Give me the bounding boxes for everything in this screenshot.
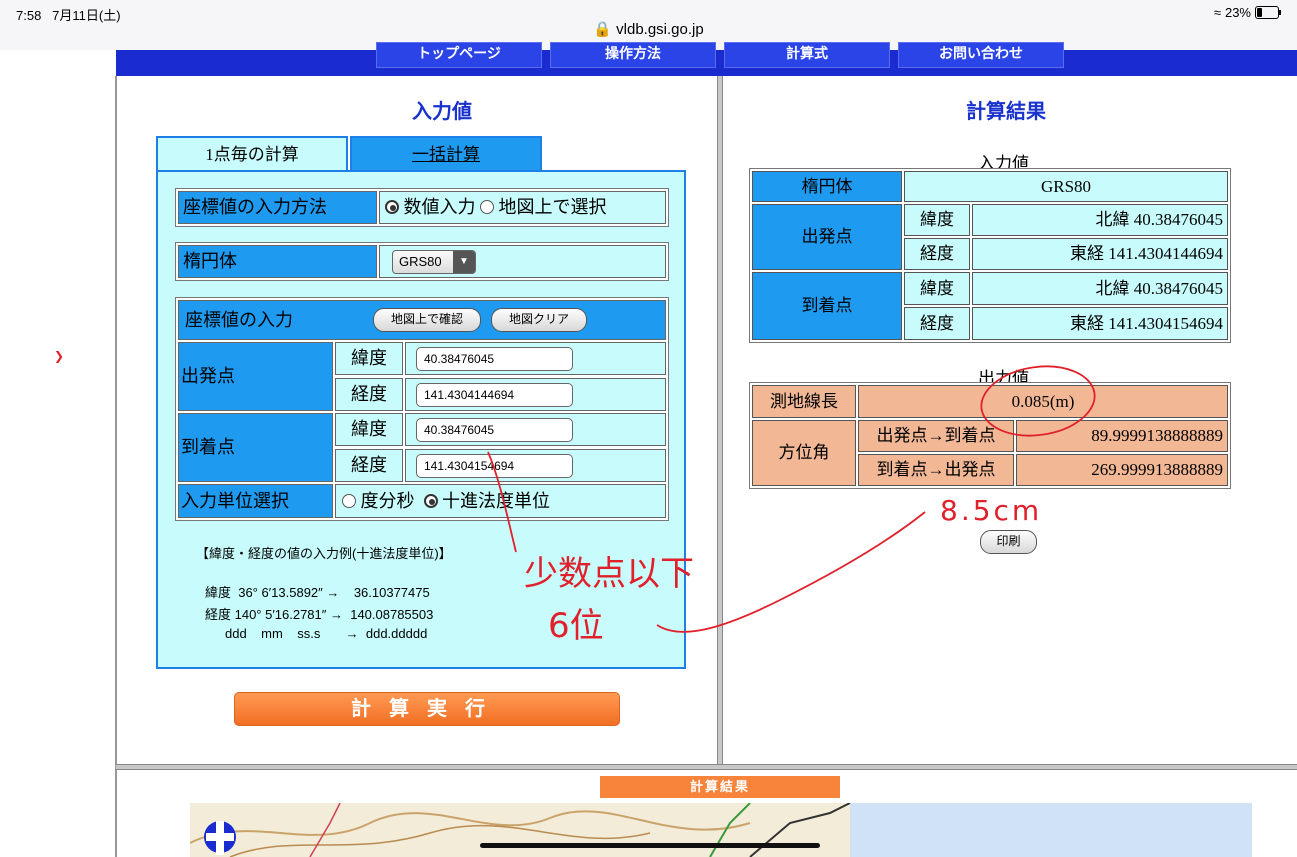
end-lon-cell: 141.4304154694 — [405, 449, 666, 482]
result-end-lon-label: 経度 — [904, 307, 970, 340]
result-start-lat: 北緯 40.38476045 — [972, 204, 1228, 236]
method-label: 座標値の入力方法 — [178, 191, 377, 224]
radio-dms-label: 度分秒 — [360, 491, 415, 511]
column-divider — [717, 76, 723, 766]
result-end-label: 到着点 — [752, 272, 902, 340]
chevron-down-icon: ▼ — [453, 251, 475, 273]
method-row: 座標値の入力方法 数値入力 地図上で選択 — [175, 188, 669, 227]
geodesic-value: 0.085(m) — [858, 385, 1228, 418]
start-lat-cell: 40.38476045 — [405, 342, 666, 375]
start-lat-label: 緯度 — [335, 342, 403, 375]
example-line-3: ddd mm ss.s → ddd.ddddd — [225, 626, 428, 641]
radio-numeric-label: 数値入力 — [403, 197, 476, 217]
address-bar[interactable]: 🔒 vldb.gsi.go.jp — [0, 20, 1297, 38]
unit-options: 度分秒 十進法度単位 — [335, 484, 666, 518]
battery-icon — [1255, 6, 1281, 19]
ellipsoid-label: 楕円体 — [178, 245, 377, 278]
status-indicators: ≈ 23% — [1213, 5, 1281, 20]
nav-tab-top[interactable]: トップページ — [376, 42, 542, 68]
az-forward-value: 89.9999138888889 — [1016, 420, 1228, 452]
nav-tab-contact[interactable]: お問い合わせ — [898, 42, 1064, 68]
example-line-2: 経度 140° 5′16.2781″ → 140.08785503 — [205, 607, 434, 622]
nav-tab-howto[interactable]: 操作方法 — [550, 42, 716, 68]
az-back-label: 到着点→出発点 — [858, 454, 1014, 486]
wifi-icon: ≈ — [1213, 5, 1221, 20]
end-lon-input[interactable]: 141.4304154694 — [416, 454, 573, 478]
nav-tab-formula[interactable]: 計算式 — [724, 42, 890, 68]
start-lat-input[interactable]: 40.38476045 — [416, 347, 573, 371]
ellipsoid-select-value: GRS80 — [399, 254, 442, 269]
az-back-value: 269.999913888889 — [1016, 454, 1228, 486]
result-output-table: 測地線長 0.085(m) 方位角 出発点→到着点 89.99991388888… — [749, 382, 1231, 489]
page-border — [115, 76, 117, 857]
azimuth-label: 方位角 — [752, 420, 856, 486]
ellipsoid-select[interactable]: GRS80 ▼ — [392, 250, 476, 274]
start-point-label: 出発点 — [178, 342, 333, 411]
result-start-lon: 東経 141.4304144694 — [972, 238, 1228, 270]
result-start-lon-label: 経度 — [904, 238, 970, 270]
compass-icon — [204, 821, 236, 855]
tab-batch-calc[interactable]: 一括計算 — [350, 136, 542, 170]
tab-single-calc[interactable]: 1点毎の計算 — [156, 136, 348, 170]
result-start-label: 出発点 — [752, 204, 902, 270]
print-button[interactable]: 印刷 — [980, 530, 1037, 554]
result-end-lon: 東経 141.4304154694 — [972, 307, 1228, 340]
result-map[interactable] — [190, 803, 1252, 857]
result-start-lat-label: 緯度 — [904, 204, 970, 236]
example-line-1: 緯度 36° 6′13.5892″ → 36.10377475 — [205, 585, 430, 600]
result-input-table: 楕円体 GRS80 出発点 緯度 北緯 40.38476045 経度 東経 14… — [749, 168, 1231, 343]
map-banner: 計算結果 — [600, 776, 840, 798]
method-options: 数値入力 地図上で選択 — [379, 191, 666, 224]
home-indicator — [480, 843, 820, 848]
nav-bar: トップページ 操作方法 計算式 お問い合わせ — [116, 42, 1297, 76]
coords-header-label: 座標値の入力 — [185, 310, 293, 330]
end-lon-label: 経度 — [335, 449, 403, 482]
stray-pen-mark: ❯ — [54, 349, 65, 363]
radio-decimal-label: 十進法度単位 — [442, 491, 550, 511]
section-divider — [116, 764, 1297, 770]
annotation-line-distance — [656, 511, 926, 633]
map-clear-button[interactable]: 地図クリア — [491, 308, 587, 332]
calculate-button[interactable]: 計算実行 — [234, 692, 620, 726]
result-ellipsoid-value: GRS80 — [904, 171, 1228, 202]
end-lat-cell: 40.38476045 — [405, 413, 666, 446]
battery-percent: 23% — [1224, 5, 1251, 20]
radio-numeric[interactable] — [385, 200, 399, 214]
geodesic-label: 測地線長 — [752, 385, 856, 418]
annotation-digits-line2: 6位 — [548, 606, 604, 646]
result-end-lat-label: 緯度 — [904, 272, 970, 305]
map-terrain — [190, 803, 851, 857]
annotation-distance: 8.5cm — [940, 494, 1043, 527]
end-point-label: 到着点 — [178, 413, 333, 482]
ellipsoid-cell: GRS80 ▼ — [379, 245, 666, 278]
result-end-lat: 北緯 40.38476045 — [972, 272, 1228, 305]
result-ellipsoid-label: 楕円体 — [752, 171, 902, 202]
unit-label: 入力単位選択 — [178, 484, 333, 518]
radio-map[interactable] — [480, 200, 494, 214]
ellipsoid-row: 楕円体 GRS80 ▼ — [175, 242, 669, 281]
input-title: 入力値 — [412, 101, 472, 123]
lock-icon: 🔒 — [593, 21, 612, 38]
map-confirm-button[interactable]: 地図上で確認 — [373, 308, 481, 332]
start-lon-label: 経度 — [335, 378, 403, 411]
end-lat-label: 緯度 — [335, 413, 403, 446]
radio-decimal[interactable] — [423, 494, 438, 508]
az-forward-label: 出発点→到着点 — [858, 420, 1014, 452]
example-title: 【緯度・経度の値の入力例(十進法度単位)】 — [196, 546, 452, 561]
coords-table: 座標値の入力 地図上で確認 地図クリア 出発点 緯度 40.38476045 経… — [175, 297, 669, 521]
start-lon-input[interactable]: 141.4304144694 — [416, 383, 573, 407]
end-lat-input[interactable]: 40.38476045 — [416, 418, 573, 442]
annotation-digits-line1: 少数点以下 — [524, 554, 694, 594]
url-text: vldb.gsi.go.jp — [616, 21, 704, 38]
radio-map-label: 地図上で選択 — [498, 197, 607, 217]
result-title: 計算結果 — [966, 101, 1046, 123]
radio-dms[interactable] — [342, 494, 356, 508]
start-lon-cell: 141.4304144694 — [405, 378, 666, 411]
